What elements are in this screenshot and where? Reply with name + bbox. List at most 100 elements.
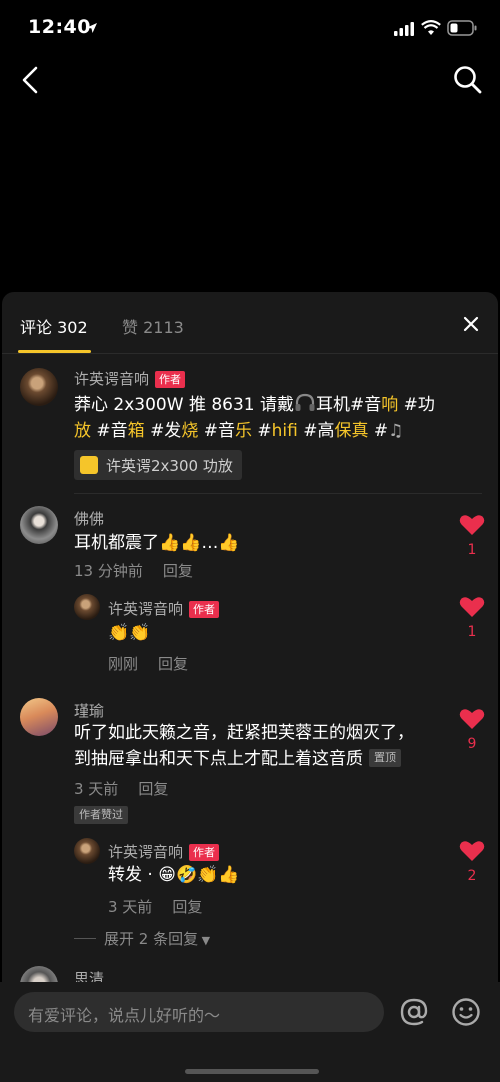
tab-likes[interactable]: 赞 2113 [122,314,184,338]
comment-username[interactable]: 许英谔音响 作者 [74,368,186,389]
clap-emoji-icon: 👏 [108,623,130,643]
reply-username[interactable]: 许英谔音响 作者 [108,841,220,862]
hashtag[interactable]: #音 [204,421,235,441]
comment-meta: 3 天前 回复 [74,778,168,799]
comment-input-bar: 有爱评论，说点儿好听的～ [0,982,500,1082]
reply-text: 👏👏 [108,620,150,646]
comment-username[interactable]: 佛佛 [74,508,104,529]
clap-emoji-icon: 👏 [129,623,151,643]
tab-comments-label: 评论 [20,318,53,337]
close-button[interactable] [461,314,481,334]
text-segment: 耳机 [316,395,351,415]
like-button[interactable]: 2 [457,840,487,884]
username-text: 许英谔音响 [108,843,184,861]
text-segment: 莽心 2x300W 推 8631 请戴 [74,395,295,415]
emoji-icon[interactable] [450,996,482,1028]
tab-comments-count: 302 [57,318,88,337]
author-liked-badge: 作者赞过 [74,806,128,824]
hashtag-highlight[interactable]: 放 [74,421,91,441]
status-bar: 12:40 [0,0,500,60]
heart-icon [459,709,485,729]
rofl-emoji-icon: 🤣 [175,865,198,885]
hashtag-highlight[interactable]: 箱 [128,421,145,441]
reply-meta: 刚刚 回复 [108,653,188,674]
tab-comments[interactable]: 评论 302 [20,314,88,338]
reply-time: 3 天前 [108,898,153,916]
expand-replies-button[interactable]: 展开 2 条回复 ▼ [74,928,210,949]
author-badge: 作者 [189,844,220,861]
divider [74,493,482,494]
hashtag-highlight[interactable]: 响 [381,395,398,415]
search-button[interactable] [450,62,486,98]
like-button[interactable]: 9 [457,708,487,752]
comments-sheet: 评论 302 赞 2113 许英谔音响 作者 莽心 2x300W 推 8631 请… [2,292,498,1082]
back-button[interactable] [14,62,48,98]
hashtag[interactable]: # [257,421,271,441]
hashtag-highlight[interactable]: 烧 [181,421,198,441]
avatar[interactable] [20,506,58,544]
like-count: 9 [467,736,477,752]
expand-label: 展开 2 条回复 [104,930,199,948]
like-count: 2 [467,868,477,884]
hashtag-highlight[interactable]: 保真 [335,421,369,441]
reply-button[interactable]: 回复 [172,898,202,916]
like-button[interactable]: 1 [457,514,487,558]
product-link[interactable]: 许英谔2x300 功放 [74,450,242,480]
hashtag[interactable]: # [374,421,388,441]
reply-body: 转发 · [108,865,153,885]
like-count: 1 [467,624,477,640]
comment-body-line1: 听了如此天籁之音，赶紧把芙蓉王的烟灭了， [74,723,414,743]
pinned-badge: 置顶 [369,749,401,767]
like-button[interactable]: 1 [457,596,487,640]
signal-icon [394,22,414,36]
caret-down-icon: ▼ [198,934,211,947]
grin-emoji-icon: 😁 [158,865,176,885]
cart-icon [80,456,98,474]
comment-text-line2: 到抽屉拿出和天下点上才配上着这音质 置顶 [74,746,401,772]
like-count: 1 [467,542,477,558]
author-badge: 作者 [155,371,186,388]
comment-text: 莽心 2x300W 推 8631 请戴 耳机#音响 #功 [74,392,435,418]
avatar[interactable] [74,594,100,620]
avatar[interactable] [20,368,58,406]
username-text: 许英谔音响 [108,600,184,618]
battery-icon [447,20,477,36]
comment-input[interactable]: 有爱评论，说点儿好听的～ [14,992,384,1032]
reply-username[interactable]: 许英谔音响 作者 [108,598,220,619]
heart-icon [459,841,485,861]
avatar[interactable] [20,698,58,736]
thumbs-up-emoji-icon: 👍 [180,533,202,553]
wifi-icon [421,20,441,35]
tab-likes-count: 2113 [143,318,184,337]
heart-icon [459,515,485,535]
hashtag[interactable]: #功 [398,395,435,415]
comment-time: 13 分钟前 [74,562,143,580]
tab-underline [18,350,91,353]
headphones-emoji-icon [295,393,315,411]
comment-text-line2: 放 #音箱 #发烧 #音乐 #hifi #高保真 #♫ [74,418,403,444]
reply-button[interactable]: 回复 [138,780,168,798]
mention-at-icon[interactable] [398,996,430,1028]
reply-button[interactable]: 回复 [158,655,188,673]
comment-username[interactable]: 瑾瑜 [74,700,104,721]
reply-meta: 3 天前 回复 [108,896,202,917]
location-arrow-icon [87,23,97,33]
comment-tabs: 评论 302 赞 2113 [2,292,498,354]
reply-text: 转发 · 😁🤣👏👍 [108,862,239,888]
hashtag-highlight[interactable]: hifi [272,421,298,441]
hashtag[interactable]: #音 [96,421,127,441]
avatar[interactable] [74,838,100,864]
hashtag[interactable]: #发 [150,421,181,441]
ellipsis: … [201,533,219,553]
heart-icon [459,597,485,617]
hashtag[interactable]: #高 [303,421,334,441]
product-label: 许英谔2x300 功放 [106,457,233,475]
author-badge: 作者 [189,601,220,618]
hashtag-highlight[interactable]: 乐 [235,421,252,441]
input-placeholder: 有爱评论，说点儿好听的～ [28,1006,221,1025]
thumbs-up-emoji-icon: 👍 [218,533,240,553]
comment-text: 耳机都震了👍👍…👍 [74,530,240,556]
hashtag[interactable]: #音 [350,395,381,415]
status-time: 12:40 [28,16,91,38]
reply-button[interactable]: 回复 [163,562,193,580]
